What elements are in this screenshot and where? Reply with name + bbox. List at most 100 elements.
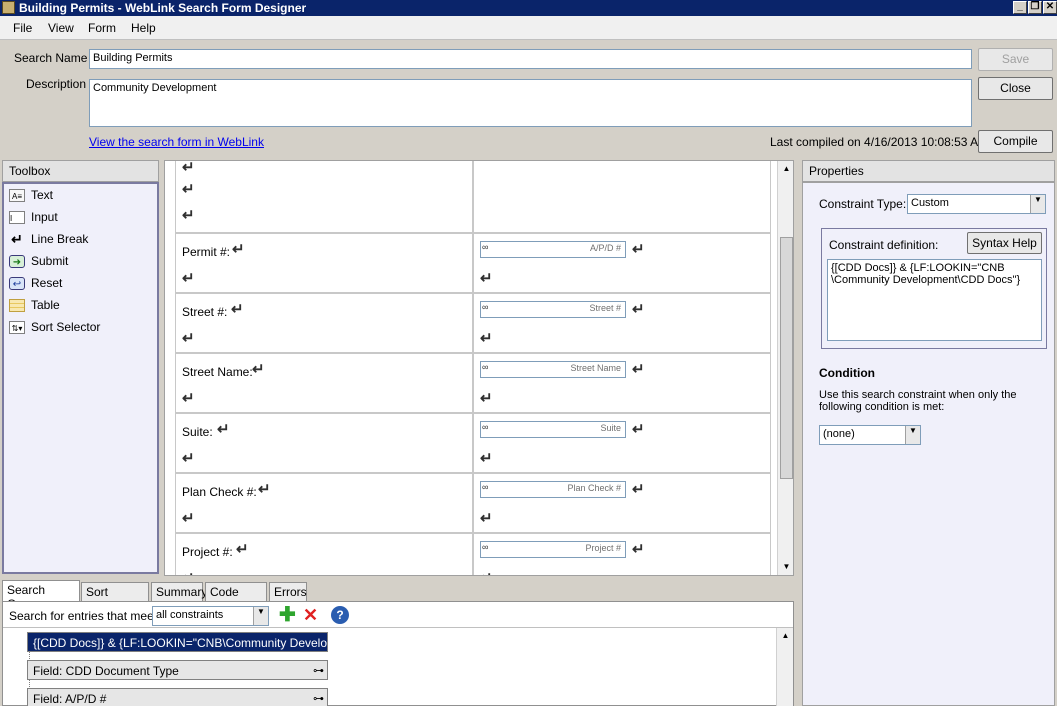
constraint-definition-field[interactable]: {[CDD Docs]} & {LF:LOOKIN="CNB \Communit…	[827, 259, 1042, 341]
line-break-icon: ↵	[182, 450, 195, 467]
minimize-button[interactable]: _	[1013, 1, 1027, 14]
toolbox-panel: A≡ Text I Input ↵ Line Break ➜ Submit ↩ …	[2, 182, 159, 574]
form-designer-canvas[interactable]: ↵ ↵ ↵ Permit #: ↵ ↵ ∞ A/P/D # ↵ ↵ Street…	[164, 160, 794, 576]
table-cell-input[interactable]: ∞ Street Name ↵ ↵	[473, 353, 771, 413]
constraint-type-select[interactable]: Custom ▼	[907, 194, 1046, 214]
line-break-icon: ↵	[258, 481, 271, 498]
plan-check-label: Plan Check #:	[182, 485, 257, 499]
tab-sort-options[interactable]: Sort Options	[81, 582, 149, 613]
title-bar: Building Permits - WebLink Search Form D…	[0, 0, 1057, 16]
line-break-icon: ↵	[182, 330, 195, 347]
line-break-icon: ↵	[632, 361, 645, 378]
chevron-down-icon: ▼	[253, 607, 268, 625]
close-button[interactable]: Close	[978, 77, 1053, 100]
menu-bar: File View Form Help	[0, 16, 1057, 40]
street-name-label: Street Name:	[182, 365, 253, 379]
table-cell-label[interactable]: Permit #: ↵ ↵	[175, 233, 473, 293]
plan-check-input[interactable]: ∞ Plan Check #	[480, 481, 626, 498]
close-window-button[interactable]: ✕	[1043, 1, 1057, 14]
help-icon[interactable]: ?	[331, 606, 349, 624]
table-cell-input[interactable]: ∞ Project # ↵ ↵	[473, 533, 771, 575]
condition-heading: Condition	[819, 366, 875, 380]
line-break-icon: ↵	[632, 421, 645, 438]
link-icon: ⊶	[313, 665, 324, 677]
table-cell-label[interactable]: Street Name: ↵ ↵	[175, 353, 473, 413]
line-break-icon: ↵	[236, 541, 249, 558]
tab-code-view[interactable]: Code View	[205, 582, 267, 613]
project-input[interactable]: ∞ Project #	[480, 541, 626, 558]
apd-input[interactable]: ∞ A/P/D #	[480, 241, 626, 258]
menu-help[interactable]: Help	[131, 21, 156, 35]
text-icon: A≡	[9, 189, 25, 202]
reset-icon: ↩	[9, 277, 25, 290]
line-break-icon: ↵	[480, 571, 493, 575]
line-break-icon: ↵	[182, 510, 195, 527]
search-query-pane: Search for entries that meet all constra…	[2, 601, 794, 706]
remove-constraint-icon[interactable]: ✕	[303, 605, 318, 625]
table-cell-input[interactable]: ∞ A/P/D # ↵ ↵	[473, 233, 771, 293]
line-break-icon: ↵	[480, 330, 493, 347]
line-break-icon: ↵	[231, 301, 244, 318]
query-node-field[interactable]: Field: A/P/D # ⊶	[27, 688, 328, 706]
table-cell-input[interactable]: ∞ Plan Check # ↵ ↵	[473, 473, 771, 533]
table-cell-input[interactable]: ∞ Street # ↵ ↵	[473, 293, 771, 353]
line-break-icon: ↵	[252, 361, 265, 378]
table-cell[interactable]	[473, 161, 771, 233]
line-break-icon: ↵	[480, 390, 493, 407]
sort-selector-icon: ⇅▾	[9, 321, 25, 334]
search-name-field[interactable]: Building Permits	[89, 49, 972, 69]
constraint-definition-label: Constraint definition:	[829, 238, 939, 252]
table-cell[interactable]: ↵ ↵ ↵	[175, 160, 473, 233]
properties-header: Properties	[802, 160, 1055, 182]
table-cell-input[interactable]: ∞ Suite ↵ ↵	[473, 413, 771, 473]
tab-summary[interactable]: Summary	[151, 582, 207, 601]
constraints-select[interactable]: all constraints ▼	[152, 606, 269, 626]
line-break-icon: ↵	[182, 181, 195, 198]
line-break-icon: ↵	[480, 510, 493, 527]
table-cell-label[interactable]: Suite: ↵ ↵	[175, 413, 473, 473]
chevron-down-icon: ▼	[905, 426, 920, 444]
line-break-icon: ↵	[217, 421, 230, 438]
scroll-down-arrow[interactable]: ▼	[779, 559, 793, 574]
street-name-input[interactable]: ∞ Street Name	[480, 361, 626, 378]
query-scrollbar[interactable]: ▲	[776, 628, 793, 706]
line-break-icon: ↵	[632, 541, 645, 558]
scroll-up-arrow[interactable]: ▲	[779, 161, 793, 176]
project-label: Project #:	[182, 545, 233, 559]
table-cell-label[interactable]: Plan Check #: ↵ ↵	[175, 473, 473, 533]
restore-button[interactable]: ❐	[1028, 1, 1042, 14]
scrollbar-thumb[interactable]	[780, 237, 793, 479]
last-compiled-text: Last compiled on 4/16/2013 10:08:53 AM	[770, 135, 989, 149]
line-break-icon: ↵	[182, 571, 195, 575]
line-break-icon: ↵	[632, 301, 645, 318]
save-button[interactable]: Save	[978, 48, 1053, 71]
tab-errors[interactable]: Errors	[269, 582, 307, 601]
add-constraint-icon[interactable]: ✚	[279, 605, 296, 625]
line-break-icon: ↵	[182, 160, 195, 176]
tab-search-query[interactable]: Search Query	[2, 580, 80, 611]
description-field[interactable]: Community Development	[89, 79, 972, 127]
input-icon: I	[9, 211, 25, 224]
menu-file[interactable]: File	[13, 21, 32, 35]
query-node-field[interactable]: Field: CDD Document Type ⊶	[27, 660, 328, 680]
line-break-icon: ↵	[632, 481, 645, 498]
line-break-icon: ↵	[182, 270, 195, 287]
suite-input[interactable]: ∞ Suite	[480, 421, 626, 438]
menu-form[interactable]: Form	[88, 21, 116, 35]
condition-select[interactable]: (none) ▼	[819, 425, 921, 445]
constraint-definition-box: Constraint definition: Syntax Help {[CDD…	[821, 228, 1047, 349]
menu-view[interactable]: View	[48, 21, 74, 35]
compile-button[interactable]: Compile	[978, 130, 1053, 153]
view-in-weblink-link[interactable]: View the search form in WebLink	[89, 135, 264, 149]
app-icon	[2, 1, 15, 14]
search-name-label: Search Name	[14, 51, 88, 65]
line-break-icon: ↵	[232, 241, 245, 258]
query-node-selected[interactable]: {[CDD Docs]} & {LF:LOOKIN="CNB\Community…	[27, 632, 328, 652]
scroll-up-arrow[interactable]: ▲	[778, 628, 793, 643]
street-number-input[interactable]: ∞ Street #	[480, 301, 626, 318]
table-cell-label[interactable]: Street #: ↵ ↵	[175, 293, 473, 353]
toolbox-header: Toolbox	[2, 160, 159, 182]
table-cell-label[interactable]: Project #: ↵ ↵	[175, 533, 473, 575]
designer-scrollbar[interactable]: ▲ ▼	[777, 161, 793, 575]
syntax-help-button[interactable]: Syntax Help	[967, 232, 1042, 254]
